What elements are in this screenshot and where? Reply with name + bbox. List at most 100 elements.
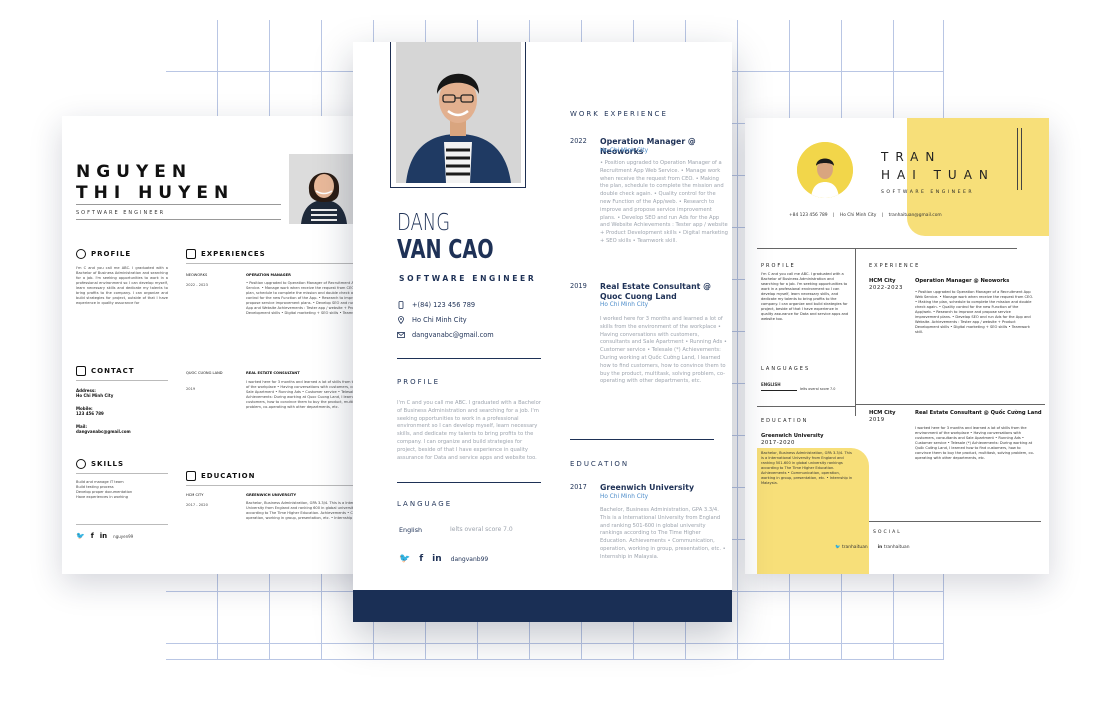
twitter-handle: tranhaituan bbox=[842, 545, 868, 550]
location-text: Ho Chi Minh City bbox=[412, 316, 467, 324]
resume-name: TRAN HAI TUAN bbox=[881, 148, 995, 184]
location-pin-icon bbox=[397, 316, 405, 325]
profile-photo bbox=[396, 42, 521, 183]
experiences-heading-label: EXPERIENCES bbox=[201, 250, 266, 258]
exp1-city: HCM City bbox=[869, 278, 896, 284]
phone-icon bbox=[76, 366, 86, 376]
education-heading: EDUCATION bbox=[570, 460, 630, 468]
divider bbox=[570, 439, 714, 440]
exp1-company: NEOWORKS bbox=[186, 273, 208, 277]
name-line-1: TRAN bbox=[881, 150, 942, 164]
facebook-icon[interactable]: f bbox=[91, 532, 94, 540]
skills-heading: SKILLS bbox=[76, 459, 124, 469]
linkedin-icon[interactable]: in bbox=[100, 532, 107, 540]
twitter-icon[interactable]: 🐦 bbox=[399, 554, 410, 564]
linkedin-link[interactable]: in tranhaituan bbox=[878, 545, 910, 550]
edu-school: Greenwich University bbox=[600, 483, 695, 492]
accent-line bbox=[1017, 128, 1018, 190]
edu-text: Bachelor, Business Administration, GPA 3… bbox=[600, 507, 726, 560]
linkedin-icon[interactable]: in bbox=[432, 554, 442, 564]
profile-text: I'm C and you call me ABC. I graduated w… bbox=[761, 272, 849, 321]
gear-icon bbox=[76, 459, 86, 469]
job2-text: I worked here for 3 months and learned a… bbox=[600, 316, 727, 385]
briefcase-icon bbox=[186, 249, 196, 259]
experience-heading: EXPERIENCE bbox=[869, 263, 921, 269]
contact-heading-label: CONTACT bbox=[91, 367, 135, 375]
social-heading: SOCIAL bbox=[873, 530, 902, 535]
phone-text: +84 123 456 789 bbox=[789, 213, 828, 218]
social-links: 🐦 tranhaituan in tranhaituan bbox=[835, 545, 910, 550]
language-level-bar bbox=[761, 390, 797, 391]
language-score: Ielts overal score 7.0 bbox=[450, 526, 513, 533]
facebook-icon[interactable]: f bbox=[419, 554, 423, 564]
exp1-text: • Position upgraded to Operation Manager… bbox=[915, 290, 1034, 334]
twitter-icon: 🐦 bbox=[835, 545, 842, 550]
divider bbox=[757, 248, 1017, 249]
profile-heading: PROFILE bbox=[397, 378, 441, 386]
job-title: SOFTWARE ENGINEER bbox=[399, 274, 537, 283]
skills-list: Build and manage IT team Build testing p… bbox=[76, 480, 132, 500]
footer-bar bbox=[353, 590, 732, 622]
name-line-2: HAI TUAN bbox=[881, 168, 995, 182]
resume-card-right: TRAN HAI TUAN SOFTWARE ENGINEER +84 123 … bbox=[745, 118, 1049, 574]
edu-years: 2017-2020 bbox=[761, 440, 795, 446]
envelope-icon bbox=[397, 331, 405, 339]
job2-location: Ho Chi Minh City bbox=[600, 302, 649, 308]
skill-item: Have experiences in working bbox=[76, 495, 128, 499]
language-score: Ielts overal score 7.0 bbox=[800, 387, 836, 391]
phone-row: +(84) 123 456 789 bbox=[397, 301, 475, 309]
divider bbox=[76, 473, 168, 474]
twitter-link[interactable]: 🐦 tranhaituan bbox=[835, 545, 868, 550]
job2-year: 2019 bbox=[570, 282, 587, 290]
education-heading-label: EDUCATION bbox=[201, 472, 256, 480]
language-name: ENGLISH bbox=[761, 382, 781, 387]
language-name: English bbox=[399, 526, 423, 534]
divider bbox=[757, 406, 855, 407]
divider bbox=[76, 219, 281, 220]
first-name: DANG bbox=[397, 210, 451, 236]
divider bbox=[76, 204, 281, 205]
experiences-heading: EXPERIENCES bbox=[186, 249, 266, 259]
address-value: Ho Chi Minh City bbox=[76, 393, 114, 398]
exp2-role: REAL ESTATE CONSULTANT bbox=[246, 371, 300, 375]
exp1-role: OPERATION MANAGER bbox=[246, 273, 291, 277]
email-text: tranhaituan@gmail.com bbox=[888, 213, 942, 218]
exp2-city: HCM City bbox=[869, 410, 896, 416]
job1-text: • Position upgraded to Operation Manager… bbox=[600, 160, 728, 244]
contact-heading: CONTACT bbox=[76, 366, 135, 376]
phone-icon bbox=[397, 301, 405, 309]
social-handle: nguyen99 bbox=[113, 533, 134, 539]
exp2-dates: 2019 bbox=[186, 387, 196, 391]
divider bbox=[855, 248, 856, 416]
divider bbox=[76, 524, 168, 525]
linkedin-handle: tranhaituan bbox=[883, 545, 910, 550]
job-title: SOFTWARE ENGINEER bbox=[881, 190, 975, 195]
exp2-years: 2019 bbox=[869, 417, 885, 423]
languages-heading: LANGUAGES bbox=[761, 366, 811, 372]
education-heading: EDUCATION bbox=[186, 471, 255, 481]
social-links: 🐦 f in dangvanb99 bbox=[399, 554, 488, 564]
job2-role: Real Estate Consultant @ Quoc Cuong Land bbox=[600, 282, 711, 301]
exp2-role: Real Estate Consultant @ Quốc Cường Land bbox=[915, 410, 1042, 416]
exp2-text: I worked here for 3 months and learned a… bbox=[915, 426, 1035, 460]
graduation-cap-icon bbox=[186, 471, 196, 481]
profile-heading: PROFILE bbox=[761, 263, 796, 269]
job-title: SOFTWARE ENGINEER bbox=[76, 210, 166, 216]
work-experience-heading: WORK EXPERIENCE bbox=[570, 110, 668, 118]
phone-text: +(84) 123 456 789 bbox=[412, 301, 476, 309]
edu-text: Bachelor, Business Administration, GPA 3… bbox=[761, 451, 853, 485]
name-line-2: THI HUYEN bbox=[76, 183, 235, 203]
profile-photo bbox=[797, 142, 853, 198]
profile-text: I'm C and you call me ABC. I graduated w… bbox=[397, 400, 541, 461]
profile-text: I'm C and you call me ABC. I graduated w… bbox=[76, 266, 168, 305]
location-text: Ho Chi Minh City bbox=[839, 213, 877, 218]
profile-heading-label: PROFILE bbox=[91, 250, 132, 258]
profile-heading: PROFILE bbox=[76, 249, 131, 259]
twitter-icon[interactable]: 🐦 bbox=[76, 532, 85, 540]
social-links: 🐦 f in nguyen99 bbox=[76, 532, 133, 540]
mail-value: dangvanabc@gmail.com bbox=[76, 429, 131, 434]
divider bbox=[397, 358, 541, 359]
exp1-years: 2022-2023 bbox=[869, 285, 903, 291]
exp1-role: Operation Manager @ Neoworks bbox=[915, 278, 1010, 284]
separator: | bbox=[833, 213, 835, 218]
